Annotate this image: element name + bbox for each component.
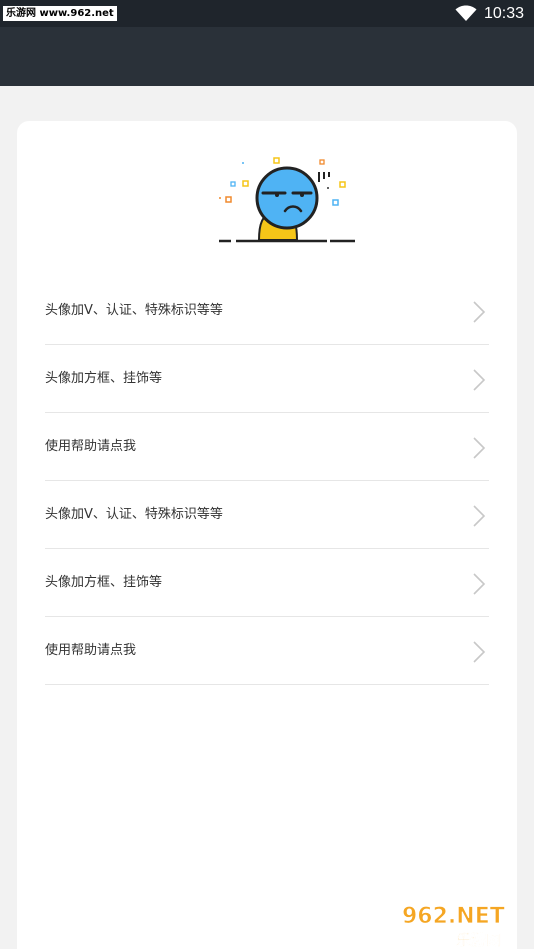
chevron-right-icon (473, 437, 486, 459)
chevron-right-icon (473, 573, 486, 595)
site-watermark: 乐游网 www.962.net (3, 6, 117, 21)
list-item-label: 头像加V、认证、特殊标识等等 (45, 303, 223, 318)
wifi-icon (455, 5, 477, 21)
list-item[interactable]: 头像加V、认证、特殊标识等等 (45, 481, 489, 549)
list-item[interactable]: 头像加V、认证、特殊标识等等 (45, 277, 489, 345)
list-item[interactable]: 使用帮助请点我 (45, 413, 489, 481)
status-bar: 乐游网 www.962.net 10:33 (0, 0, 534, 27)
app-bar (0, 27, 534, 86)
chevron-right-icon (473, 641, 486, 663)
chevron-right-icon (473, 301, 486, 323)
list-item-label: 头像加方框、挂饰等 (45, 371, 163, 386)
list-item[interactable]: 使用帮助请点我 (45, 617, 489, 685)
watermark-logo: 962.NET 乐游网 (402, 904, 506, 949)
clock: 10:33 (484, 5, 525, 22)
list-item[interactable]: 头像加方框、挂饰等 (45, 345, 489, 413)
menu-list: 头像加V、认证、特殊标识等等 头像加方框、挂饰等 使用帮助请点我 头像加V、认证… (45, 277, 489, 685)
watermark-logo-text-top: 962.NET (402, 904, 505, 929)
chevron-right-icon (473, 369, 486, 391)
list-item-label: 使用帮助请点我 (45, 643, 137, 658)
list-item-label: 使用帮助请点我 (45, 439, 137, 454)
list-item[interactable]: 头像加方框、挂饰等 (45, 549, 489, 617)
list-item-label: 头像加方框、挂饰等 (45, 575, 163, 590)
list-item-label: 头像加V、认证、特殊标识等等 (45, 507, 223, 522)
mascot-illustration (219, 157, 355, 243)
content-card: 头像加V、认证、特殊标识等等 头像加方框、挂饰等 使用帮助请点我 头像加V、认证… (17, 121, 517, 949)
watermark-logo-text-bottom: 乐游网 (456, 931, 501, 949)
chevron-right-icon (473, 505, 486, 527)
